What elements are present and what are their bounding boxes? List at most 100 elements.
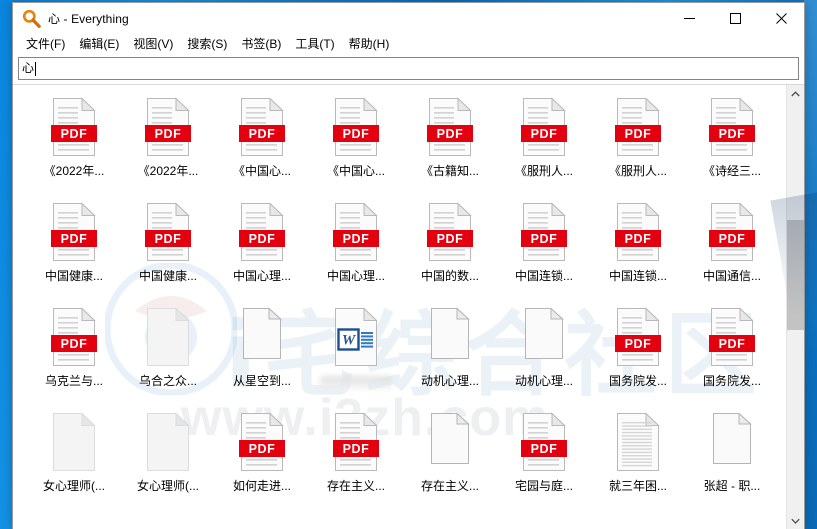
result-item-label: 中国心理...	[232, 269, 291, 283]
scroll-down-arrow-icon[interactable]	[787, 512, 804, 529]
result-item-label: 《古籍知...	[420, 164, 479, 178]
result-item-label: 中国健康...	[138, 269, 197, 283]
result-item[interactable]: PDF 《中国心...	[215, 93, 309, 198]
maximize-button[interactable]	[712, 3, 758, 34]
text-file-icon	[614, 412, 662, 474]
result-item-label	[320, 376, 392, 389]
result-item[interactable]: PDF 中国心理...	[215, 198, 309, 303]
result-item[interactable]: PDF 《2022年...	[27, 93, 121, 198]
everything-window: 心 - Everything 文件(F) 编辑(E) 视图(V) 搜索(S) 书…	[12, 2, 805, 529]
svg-text:PDF: PDF	[437, 127, 464, 141]
menu-item-search[interactable]: 搜索(S)	[180, 35, 234, 54]
result-item-label: 从星空到...	[232, 374, 291, 388]
result-item[interactable]: PDF 《2022年...	[121, 93, 215, 198]
result-item[interactable]: 动机心理...	[403, 303, 497, 408]
result-item-label: 动机心理...	[514, 374, 573, 388]
result-item[interactable]: PDF 中国的数...	[403, 198, 497, 303]
result-item[interactable]: PDF 中国连锁...	[497, 198, 591, 303]
result-item[interactable]: PDF 中国通信...	[685, 198, 779, 303]
result-item-label: 乌克兰与...	[44, 374, 103, 388]
result-item-label: 存在主义...	[326, 479, 385, 493]
result-item[interactable]: PDF 国务院发...	[591, 303, 685, 408]
vertical-scrollbar[interactable]	[786, 85, 804, 529]
pdf-file-icon: PDF	[614, 97, 662, 159]
menu-item-view[interactable]: 视图(V)	[126, 35, 180, 54]
plain-document-icon	[426, 307, 474, 369]
plain-document-icon	[238, 307, 286, 369]
scroll-up-arrow-icon[interactable]	[787, 85, 804, 102]
menu-item-bookmarks[interactable]: 书签(B)	[234, 35, 288, 54]
result-item[interactable]: PDF 如何走进...	[215, 408, 309, 513]
pdf-file-icon: PDF	[50, 307, 98, 369]
result-item[interactable]: 从星空到...	[215, 303, 309, 408]
result-item-label: 中国健康...	[44, 269, 103, 283]
result-item-label: 女心理师(...	[137, 479, 199, 493]
result-item-label: 存在主义...	[420, 479, 479, 493]
result-item[interactable]: PDF 宅园与庭...	[497, 408, 591, 513]
plain-document-icon	[708, 412, 756, 474]
blank-document-icon	[144, 412, 192, 474]
result-item[interactable]: PDF 《诗经三...	[685, 93, 779, 198]
pdf-file-icon: PDF	[144, 97, 192, 159]
result-item-label: 国务院发...	[608, 374, 667, 388]
result-item[interactable]: PDF 《古籍知...	[403, 93, 497, 198]
scrollbar-thumb[interactable]	[787, 220, 804, 330]
svg-text:PDF: PDF	[625, 232, 652, 246]
result-item[interactable]: 存在主义...	[403, 408, 497, 513]
results-area: i宅综合社区 www.i3zh.com PDF《2022年...PDF《2022…	[13, 84, 804, 529]
pdf-file-icon: PDF	[708, 307, 756, 369]
pdf-file-icon: PDF	[50, 202, 98, 264]
result-item[interactable]: PDF 中国心理...	[309, 198, 403, 303]
result-item-label: 《服刑人...	[514, 164, 573, 178]
svg-text:PDF: PDF	[719, 232, 746, 246]
pdf-file-icon: PDF	[708, 202, 756, 264]
svg-text:PDF: PDF	[531, 232, 558, 246]
result-item-label: 《诗经三...	[702, 164, 761, 178]
menu-item-file[interactable]: 文件(F)	[19, 35, 72, 54]
result-item[interactable]: PDF 中国健康...	[121, 198, 215, 303]
results-grid: PDF 《2022年... PDF 《2022年... PDF 《中国心... PDF 《中国…	[13, 85, 786, 513]
result-item-label: 动机心理...	[420, 374, 479, 388]
result-item[interactable]: PDF 中国连锁...	[591, 198, 685, 303]
svg-text:PDF: PDF	[249, 232, 276, 246]
result-item[interactable]: PDF 存在主义...	[309, 408, 403, 513]
pdf-file-icon: PDF	[426, 97, 474, 159]
pdf-file-icon: PDF	[708, 97, 756, 159]
svg-text:PDF: PDF	[155, 127, 182, 141]
search-input[interactable]: 心	[18, 57, 799, 80]
result-item[interactable]: 张超 - 职...	[685, 408, 779, 513]
plain-document-icon	[426, 412, 474, 474]
result-item[interactable]: PDF 《中国心...	[309, 93, 403, 198]
text-caret	[35, 61, 37, 76]
plain-document-icon	[520, 307, 568, 369]
result-item[interactable]: PDF 乌克兰与...	[27, 303, 121, 408]
close-button[interactable]	[758, 3, 804, 34]
pdf-file-icon: PDF	[332, 412, 380, 474]
result-item[interactable]: 就三年困...	[591, 408, 685, 513]
result-item[interactable]: W	[309, 303, 403, 408]
svg-text:PDF: PDF	[625, 127, 652, 141]
result-item-label: 就三年困...	[608, 479, 667, 493]
result-item[interactable]: PDF 《服刑人...	[591, 93, 685, 198]
menu-item-edit[interactable]: 编辑(E)	[72, 35, 126, 54]
word-file-icon: W	[332, 307, 380, 369]
result-item[interactable]: PDF 《服刑人...	[497, 93, 591, 198]
svg-text:PDF: PDF	[531, 442, 558, 456]
menu-item-tools[interactable]: 工具(T)	[288, 35, 341, 54]
result-item[interactable]: PDF 中国健康...	[27, 198, 121, 303]
result-item[interactable]: 乌合之众...	[121, 303, 215, 408]
minimize-button[interactable]	[666, 3, 712, 34]
result-item[interactable]: 女心理师(...	[121, 408, 215, 513]
menu-item-help[interactable]: 帮助(H)	[342, 35, 397, 54]
result-item-label: 女心理师(...	[43, 479, 105, 493]
result-item-label: 乌合之众...	[138, 374, 197, 388]
result-item[interactable]: 动机心理...	[497, 303, 591, 408]
svg-text:PDF: PDF	[249, 127, 276, 141]
svg-text:W: W	[342, 333, 357, 349]
result-item[interactable]: PDF 国务院发...	[685, 303, 779, 408]
results-grid-holder: i宅综合社区 www.i3zh.com PDF《2022年...PDF《2022…	[13, 85, 786, 529]
svg-text:PDF: PDF	[531, 127, 558, 141]
svg-text:PDF: PDF	[719, 337, 746, 351]
result-item[interactable]: 女心理师(...	[27, 408, 121, 513]
svg-text:PDF: PDF	[437, 232, 464, 246]
